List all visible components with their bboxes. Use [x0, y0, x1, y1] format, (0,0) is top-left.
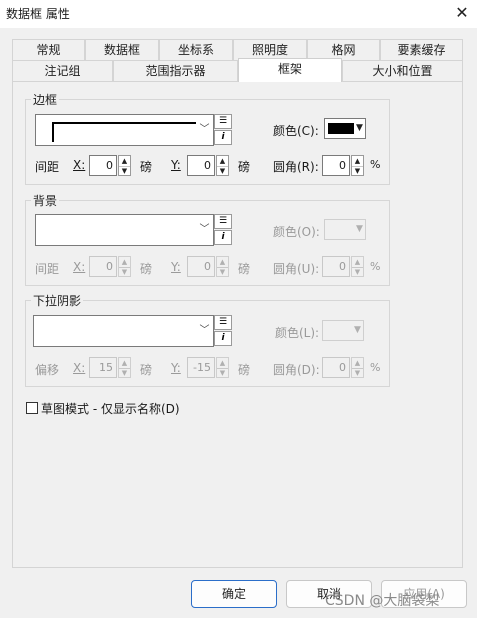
border-y-label: Y: — [171, 158, 181, 172]
border-x-label: X: — [73, 158, 86, 172]
info-icon[interactable]: i — [214, 130, 232, 145]
info-icon[interactable]: i — [214, 331, 232, 346]
shadow-color-label: 颜色(L): — [275, 326, 320, 340]
shadow-y-spinner[interactable]: ▲ ▼ — [216, 357, 229, 378]
color-swatch — [328, 123, 354, 134]
tab-frame[interactable]: 框架 — [238, 58, 342, 82]
background-corner-spinner[interactable]: ▲ ▼ — [351, 256, 364, 277]
arrow-down-icon[interactable]: ▼ — [119, 166, 130, 176]
close-icon[interactable]: ✕ — [452, 3, 472, 23]
tab-grids[interactable]: 格网 — [307, 39, 380, 60]
tab-illumination[interactable]: 照明度 — [233, 39, 307, 60]
draft-mode-label[interactable]: 草图模式 - 仅显示名称(D) — [41, 400, 180, 417]
shadow-x-label: X: — [73, 361, 86, 375]
tab-general[interactable]: 常规 — [12, 39, 85, 60]
arrow-down-icon[interactable]: ▼ — [217, 267, 228, 277]
background-preview[interactable] — [35, 214, 207, 246]
shadow-corner-label: 圆角(D): — [273, 363, 320, 377]
chevron-down-icon[interactable]: ﹀ — [196, 114, 214, 146]
arrow-down-icon[interactable]: ▼ — [352, 368, 363, 378]
background-corner-input[interactable]: 0 — [322, 256, 350, 277]
border-preview[interactable] — [35, 114, 207, 146]
border-line-sample — [52, 122, 200, 142]
background-x-spinner[interactable]: ▲ ▼ — [118, 256, 131, 277]
shadow-y-unit: 磅 — [238, 363, 251, 377]
chevron-down-icon: ▼ — [356, 123, 363, 133]
shadow-corner-input[interactable]: 0 — [322, 357, 350, 378]
background-y-input[interactable]: 0 — [187, 256, 215, 277]
shadow-x-input[interactable]: 15 — [89, 357, 117, 378]
chevron-down-icon[interactable]: ﹀ — [196, 214, 214, 246]
border-corner-input[interactable]: 0 — [322, 155, 350, 176]
shadow-legend: 下拉阴影 — [31, 292, 84, 309]
tab-extent-indicators[interactable]: 范围指示器 — [113, 60, 238, 82]
border-x-unit: 磅 — [140, 160, 153, 174]
list-icon[interactable]: ☰ — [214, 114, 232, 129]
border-corner-label: 圆角(R): — [273, 160, 319, 174]
border-color-picker[interactable]: ▼ — [324, 118, 366, 139]
background-x-input[interactable]: 0 — [89, 256, 117, 277]
tab-size-and-position[interactable]: 大小和位置 — [342, 60, 463, 82]
background-x-label: X: — [73, 260, 86, 274]
shadow-color-picker[interactable]: ▼ — [322, 320, 364, 341]
tab-coordinate-system[interactable]: 坐标系 — [159, 39, 233, 60]
ok-button[interactable]: 确定 — [191, 580, 277, 608]
arrow-down-icon[interactable]: ▼ — [119, 368, 130, 378]
watermark: CSDN @大脑袋梨 — [325, 593, 440, 609]
background-y-unit: 磅 — [238, 262, 251, 276]
border-x-input[interactable]: 0 — [89, 155, 117, 176]
chevron-down-icon: ▼ — [356, 224, 363, 234]
border-gap-label: 间距 — [35, 160, 60, 174]
shadow-preview[interactable] — [33, 315, 197, 347]
background-corner-label: 圆角(U): — [273, 262, 320, 276]
info-icon[interactable]: i — [214, 230, 232, 245]
background-color-picker[interactable]: ▼ — [324, 219, 366, 240]
chevron-down-icon[interactable]: ﹀ — [196, 315, 214, 347]
shadow-corner-spinner[interactable]: ▲ ▼ — [351, 357, 364, 378]
shadow-y-label: Y: — [171, 361, 181, 375]
list-icon[interactable]: ☰ — [214, 214, 232, 229]
border-y-input[interactable]: 0 — [187, 155, 215, 176]
tab-feature-cache[interactable]: 要素缓存 — [380, 39, 463, 60]
background-y-label: Y: — [171, 260, 181, 274]
draft-mode-checkbox[interactable] — [26, 402, 38, 414]
background-color-label: 颜色(O): — [273, 225, 320, 239]
tab-annotation-groups[interactable]: 注记组 — [12, 60, 113, 82]
border-corner-unit: % — [370, 158, 381, 171]
arrow-down-icon[interactable]: ▼ — [352, 267, 363, 277]
arrow-down-icon[interactable]: ▼ — [217, 368, 228, 378]
shadow-corner-unit: % — [370, 361, 381, 374]
background-x-unit: 磅 — [140, 262, 153, 276]
background-gap-label: 间距 — [35, 262, 60, 276]
shadow-x-spinner[interactable]: ▲ ▼ — [118, 357, 131, 378]
background-y-spinner[interactable]: ▲ ▼ — [216, 256, 229, 277]
chevron-down-icon: ▼ — [354, 325, 361, 335]
border-y-spinner[interactable]: ▲ ▼ — [216, 155, 229, 176]
window-title: 数据框 属性 — [6, 7, 70, 21]
title-bar: 数据框 属性 ✕ — [0, 0, 477, 28]
list-icon[interactable]: ☰ — [214, 315, 232, 330]
shadow-offset-label: 偏移 — [35, 363, 60, 377]
border-color-label: 颜色(C): — [273, 124, 319, 138]
border-x-spinner[interactable]: ▲ ▼ — [118, 155, 131, 176]
background-legend: 背景 — [31, 192, 60, 209]
border-legend: 边框 — [31, 91, 60, 108]
background-corner-unit: % — [370, 260, 381, 273]
border-y-unit: 磅 — [238, 160, 251, 174]
shadow-x-unit: 磅 — [140, 363, 153, 377]
shadow-y-input[interactable]: -15 — [187, 357, 215, 378]
tab-data-frame[interactable]: 数据框 — [85, 39, 159, 60]
arrow-down-icon[interactable]: ▼ — [352, 166, 363, 176]
arrow-down-icon[interactable]: ▼ — [119, 267, 130, 277]
arrow-down-icon[interactable]: ▼ — [217, 166, 228, 176]
border-corner-spinner[interactable]: ▲ ▼ — [351, 155, 364, 176]
